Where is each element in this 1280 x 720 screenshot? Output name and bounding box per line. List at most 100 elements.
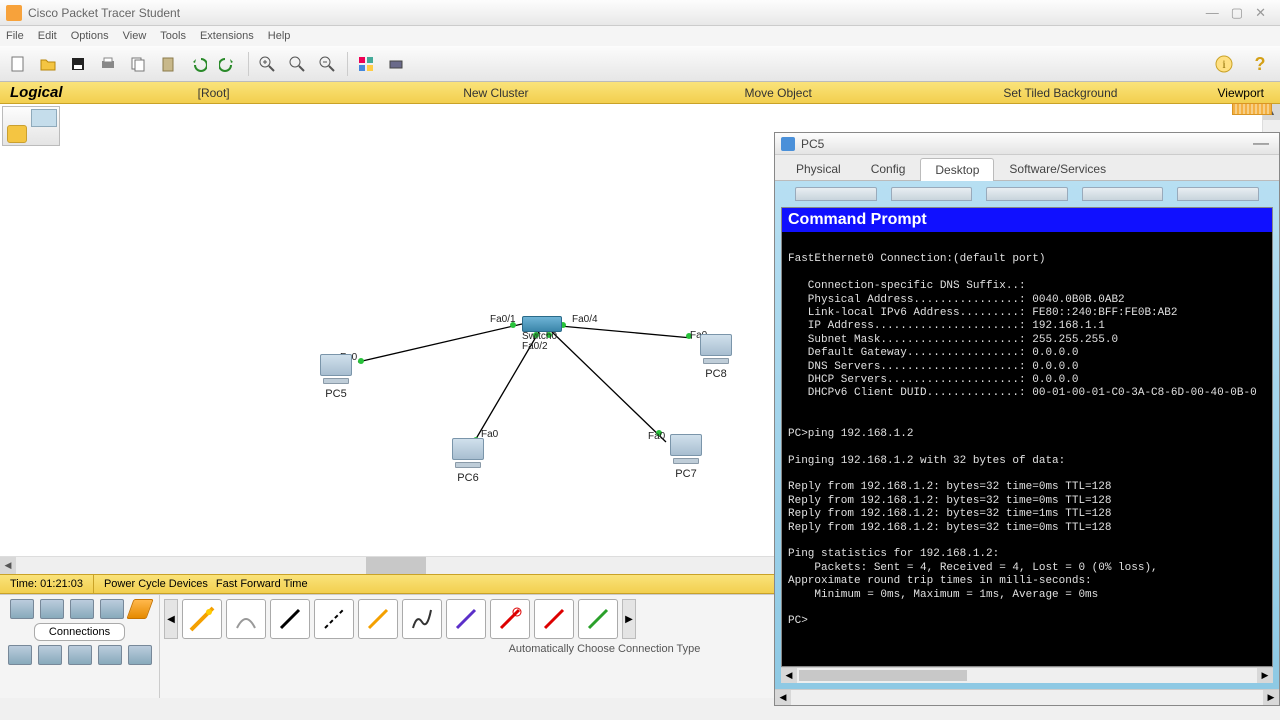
zoom-out-icon[interactable] <box>313 50 341 78</box>
custom-device-icon[interactable] <box>382 50 410 78</box>
logical-label: Logical <box>0 84 73 101</box>
copy-icon[interactable] <box>124 50 152 78</box>
logical-nav-strip: Logical [Root] New Cluster Move Object S… <box>0 82 1280 104</box>
zoom-reset-icon[interactable] <box>283 50 311 78</box>
subwindow-hscroll[interactable]: ◀ ▶ <box>781 667 1273 683</box>
redo-icon[interactable] <box>214 50 242 78</box>
menu-edit[interactable]: Edit <box>38 30 57 42</box>
phone-cable-icon[interactable] <box>402 599 442 639</box>
device-label: PC7 <box>666 468 706 480</box>
root-button[interactable]: [Root] <box>73 86 355 100</box>
octal-cable-icon[interactable] <box>578 599 618 639</box>
scroll-left-icon[interactable]: ◀ <box>781 668 797 683</box>
menu-view[interactable]: View <box>123 30 147 42</box>
info-icon[interactable]: i <box>1210 50 1238 78</box>
port-label: Fa0 <box>648 431 665 442</box>
scroll-right-icon[interactable]: ▶ <box>1257 668 1273 683</box>
close-icon[interactable]: ✕ <box>1255 5 1266 21</box>
minimap-icon <box>31 109 57 127</box>
scroll-left-icon[interactable]: ◀ <box>775 690 791 705</box>
subwindow-minimize-icon[interactable]: — <box>1249 135 1273 153</box>
save-icon[interactable] <box>64 50 92 78</box>
navigation-widget[interactable] <box>2 106 60 146</box>
window-titlebar: Cisco Packet Tracer Student — ▢ ✕ <box>0 0 1280 26</box>
device-pc5[interactable]: PC5 <box>316 354 356 400</box>
command-prompt-title: Command Prompt <box>782 208 1272 232</box>
help-icon[interactable]: ? <box>1246 50 1274 78</box>
serial-dce-icon[interactable] <box>490 599 530 639</box>
viewport-button[interactable]: Viewport <box>1202 86 1280 100</box>
hub-chip-icon[interactable] <box>70 599 94 619</box>
device-pc6[interactable]: PC6 <box>448 438 488 484</box>
console-cable-icon[interactable] <box>226 599 266 639</box>
maximize-icon[interactable]: ▢ <box>1231 5 1243 21</box>
app-tile[interactable] <box>1082 187 1164 201</box>
custom-chip-icon[interactable] <box>68 645 92 665</box>
straight-cable-icon[interactable] <box>270 599 310 639</box>
menu-tools[interactable]: Tools <box>160 30 186 42</box>
scroll-right-icon[interactable]: ▶ <box>1263 690 1279 705</box>
app-tile[interactable] <box>986 187 1068 201</box>
device-label: PC8 <box>696 368 736 380</box>
zoom-in-icon[interactable] <box>253 50 281 78</box>
connections-chip-icon[interactable] <box>126 599 153 619</box>
svg-text:?: ? <box>1255 54 1266 74</box>
auto-cable-icon[interactable] <box>182 599 222 639</box>
key-icon <box>7 125 27 143</box>
crossover-cable-icon[interactable] <box>314 599 354 639</box>
scroll-right-palette[interactable]: ▶ <box>622 599 636 639</box>
device-label: PC6 <box>448 472 488 484</box>
new-file-icon[interactable] <box>4 50 32 78</box>
terminal-output[interactable]: FastEthernet0 Connection:(default port) … <box>782 232 1272 666</box>
coax-cable-icon[interactable] <box>446 599 486 639</box>
misc-chip-icon[interactable] <box>128 645 152 665</box>
print-icon[interactable] <box>94 50 122 78</box>
tab-desktop[interactable]: Desktop <box>920 158 994 181</box>
scroll-left-palette[interactable]: ◀ <box>164 599 178 639</box>
switch-label: Switch0 Fa0/2 <box>522 332 557 352</box>
pc-icon <box>781 137 795 151</box>
serial-dte-icon[interactable] <box>534 599 574 639</box>
pc5-window[interactable]: PC5 — Physical Config Desktop Software/S… <box>774 132 1280 706</box>
minimize-icon[interactable]: — <box>1206 5 1219 21</box>
multiuser-chip-icon[interactable] <box>98 645 122 665</box>
scroll-left-icon[interactable]: ◀ <box>0 557 16 574</box>
menu-file[interactable]: File <box>6 30 24 42</box>
connections-label: Connections <box>34 623 125 641</box>
tab-physical[interactable]: Physical <box>781 157 856 180</box>
scroll-thumb[interactable] <box>366 557 426 574</box>
scroll-thumb[interactable] <box>799 670 967 681</box>
subwindow-outer-hscroll[interactable]: ◀ ▶ <box>775 689 1279 705</box>
app-tile[interactable] <box>891 187 973 201</box>
device-pc7[interactable]: PC7 <box>666 434 706 480</box>
tab-config[interactable]: Config <box>856 157 921 180</box>
subwindow-titlebar[interactable]: PC5 — <box>775 133 1279 155</box>
move-object-button[interactable]: Move Object <box>637 86 919 100</box>
device-pc8[interactable]: PC8 <box>696 334 736 380</box>
command-prompt-window: Command Prompt FastEthernet0 Connection:… <box>781 207 1273 667</box>
fast-forward-button[interactable]: Fast Forward Time <box>216 578 308 590</box>
fiber-cable-icon[interactable] <box>358 599 398 639</box>
desktop-content: Command Prompt FastEthernet0 Connection:… <box>775 181 1279 689</box>
menu-help[interactable]: Help <box>268 30 291 42</box>
switch-chip-icon[interactable] <box>40 599 64 619</box>
undo-icon[interactable] <box>184 50 212 78</box>
palette-icon[interactable] <box>352 50 380 78</box>
port-label: Fa0/1 <box>490 314 516 325</box>
router-chip-icon[interactable] <box>10 599 34 619</box>
menu-options[interactable]: Options <box>71 30 109 42</box>
enddevice-chip-icon[interactable] <box>8 645 32 665</box>
new-cluster-button[interactable]: New Cluster <box>355 86 637 100</box>
device-switch[interactable] <box>522 316 562 332</box>
tab-software[interactable]: Software/Services <box>994 157 1121 180</box>
open-icon[interactable] <box>34 50 62 78</box>
wireless-chip-icon[interactable] <box>100 599 124 619</box>
wan-chip-icon[interactable] <box>38 645 62 665</box>
paste-icon[interactable] <box>154 50 182 78</box>
menu-extensions[interactable]: Extensions <box>200 30 254 42</box>
set-tiled-bg-button[interactable]: Set Tiled Background <box>919 86 1201 100</box>
power-cycle-button[interactable]: Power Cycle Devices <box>104 578 208 590</box>
app-tile[interactable] <box>1177 187 1259 201</box>
app-tile[interactable] <box>795 187 877 201</box>
intercom-widget[interactable] <box>1232 103 1272 115</box>
